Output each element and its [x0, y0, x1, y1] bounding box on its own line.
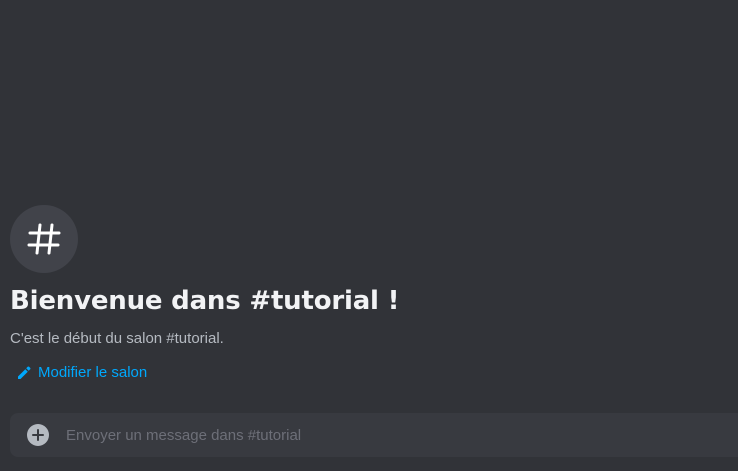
message-input[interactable] — [66, 413, 738, 457]
pencil-icon — [18, 366, 31, 379]
plus-circle-icon — [27, 424, 49, 446]
edit-channel-link[interactable]: Modifier le salon — [16, 363, 147, 383]
edit-channel-label: Modifier le salon — [38, 364, 148, 381]
add-attachment-button[interactable] — [26, 423, 50, 447]
welcome-title: Bienvenue dans #tutorial ! — [10, 286, 400, 316]
message-composer — [10, 413, 738, 457]
welcome-subtitle: C'est le début du salon #tutorial. — [10, 330, 224, 347]
hashtag-icon — [27, 223, 61, 255]
channel-avatar — [10, 205, 78, 273]
